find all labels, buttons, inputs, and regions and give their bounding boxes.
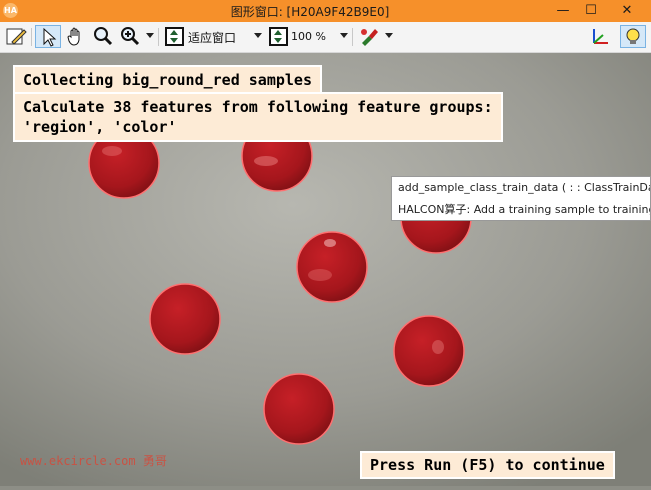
window-title: 图形窗口: [H20A9F42B9E0] xyxy=(230,5,390,19)
chevron-down-icon[interactable] xyxy=(254,33,262,38)
toolbar-separator xyxy=(31,28,32,46)
pointer-tool-button[interactable] xyxy=(35,25,61,48)
coordinate-axes-button[interactable] xyxy=(588,25,612,48)
tooltip-signature: add_sample_class_train_data ( : : ClassT… xyxy=(398,181,651,194)
chevron-down-icon[interactable] xyxy=(340,33,348,38)
pencil-icon xyxy=(6,28,27,45)
pan-hand-button[interactable] xyxy=(64,25,88,48)
minimize-button[interactable]: — xyxy=(548,0,578,22)
chevron-down-icon[interactable] xyxy=(385,33,393,38)
collecting-samples-message: Collecting big_round_red samples xyxy=(13,65,322,95)
zoom-level-value[interactable]: 100 % xyxy=(291,30,326,43)
color-paint-button[interactable] xyxy=(358,25,382,48)
zoom-percent-button[interactable] xyxy=(268,25,290,48)
operator-tooltip: add_sample_class_train_data ( : : ClassT… xyxy=(391,176,651,221)
red-pill-region xyxy=(393,315,465,387)
tooltip-description: HALCON算子: Add a training sample to train… xyxy=(398,203,650,216)
chevron-down-icon[interactable] xyxy=(146,33,154,38)
red-pill-region xyxy=(296,231,368,303)
fit-window-label[interactable]: 适应窗口 xyxy=(188,29,236,46)
title-bar: HA 图形窗口: [H20A9F42B9E0] — ☐ ✕ xyxy=(0,0,651,22)
hand-icon xyxy=(67,27,80,46)
lightbulb-icon xyxy=(626,28,640,44)
magnifier-button[interactable] xyxy=(91,25,115,48)
maximize-button[interactable]: ☐ xyxy=(576,0,606,22)
toolbar-separator xyxy=(158,28,159,46)
zoom-in-button[interactable] xyxy=(118,25,142,48)
search-icon xyxy=(94,27,113,46)
fit-window-button[interactable] xyxy=(164,25,186,48)
zoom-level-icon xyxy=(269,27,288,46)
paint-brush-icon xyxy=(361,29,378,46)
toolbar-separator xyxy=(352,28,353,46)
zoom-in-icon xyxy=(121,27,140,46)
red-pill-region xyxy=(149,283,221,355)
feature-groups-message: Calculate 38 features from following fea… xyxy=(13,92,503,142)
red-pill-region xyxy=(263,373,335,445)
pointer-arrow-icon xyxy=(43,27,57,47)
fit-window-icon xyxy=(165,27,184,46)
continue-message: Press Run (F5) to continue xyxy=(360,451,615,479)
edit-pencil-button[interactable] xyxy=(4,25,28,48)
watermark-text: www.ekcircle.com 勇哥 xyxy=(20,454,167,468)
axes-icon xyxy=(593,29,608,44)
graphics-toolbar: 适应窗口 100 % xyxy=(0,22,651,53)
close-button[interactable]: ✕ xyxy=(612,0,642,22)
help-lightbulb-button[interactable] xyxy=(620,25,646,48)
